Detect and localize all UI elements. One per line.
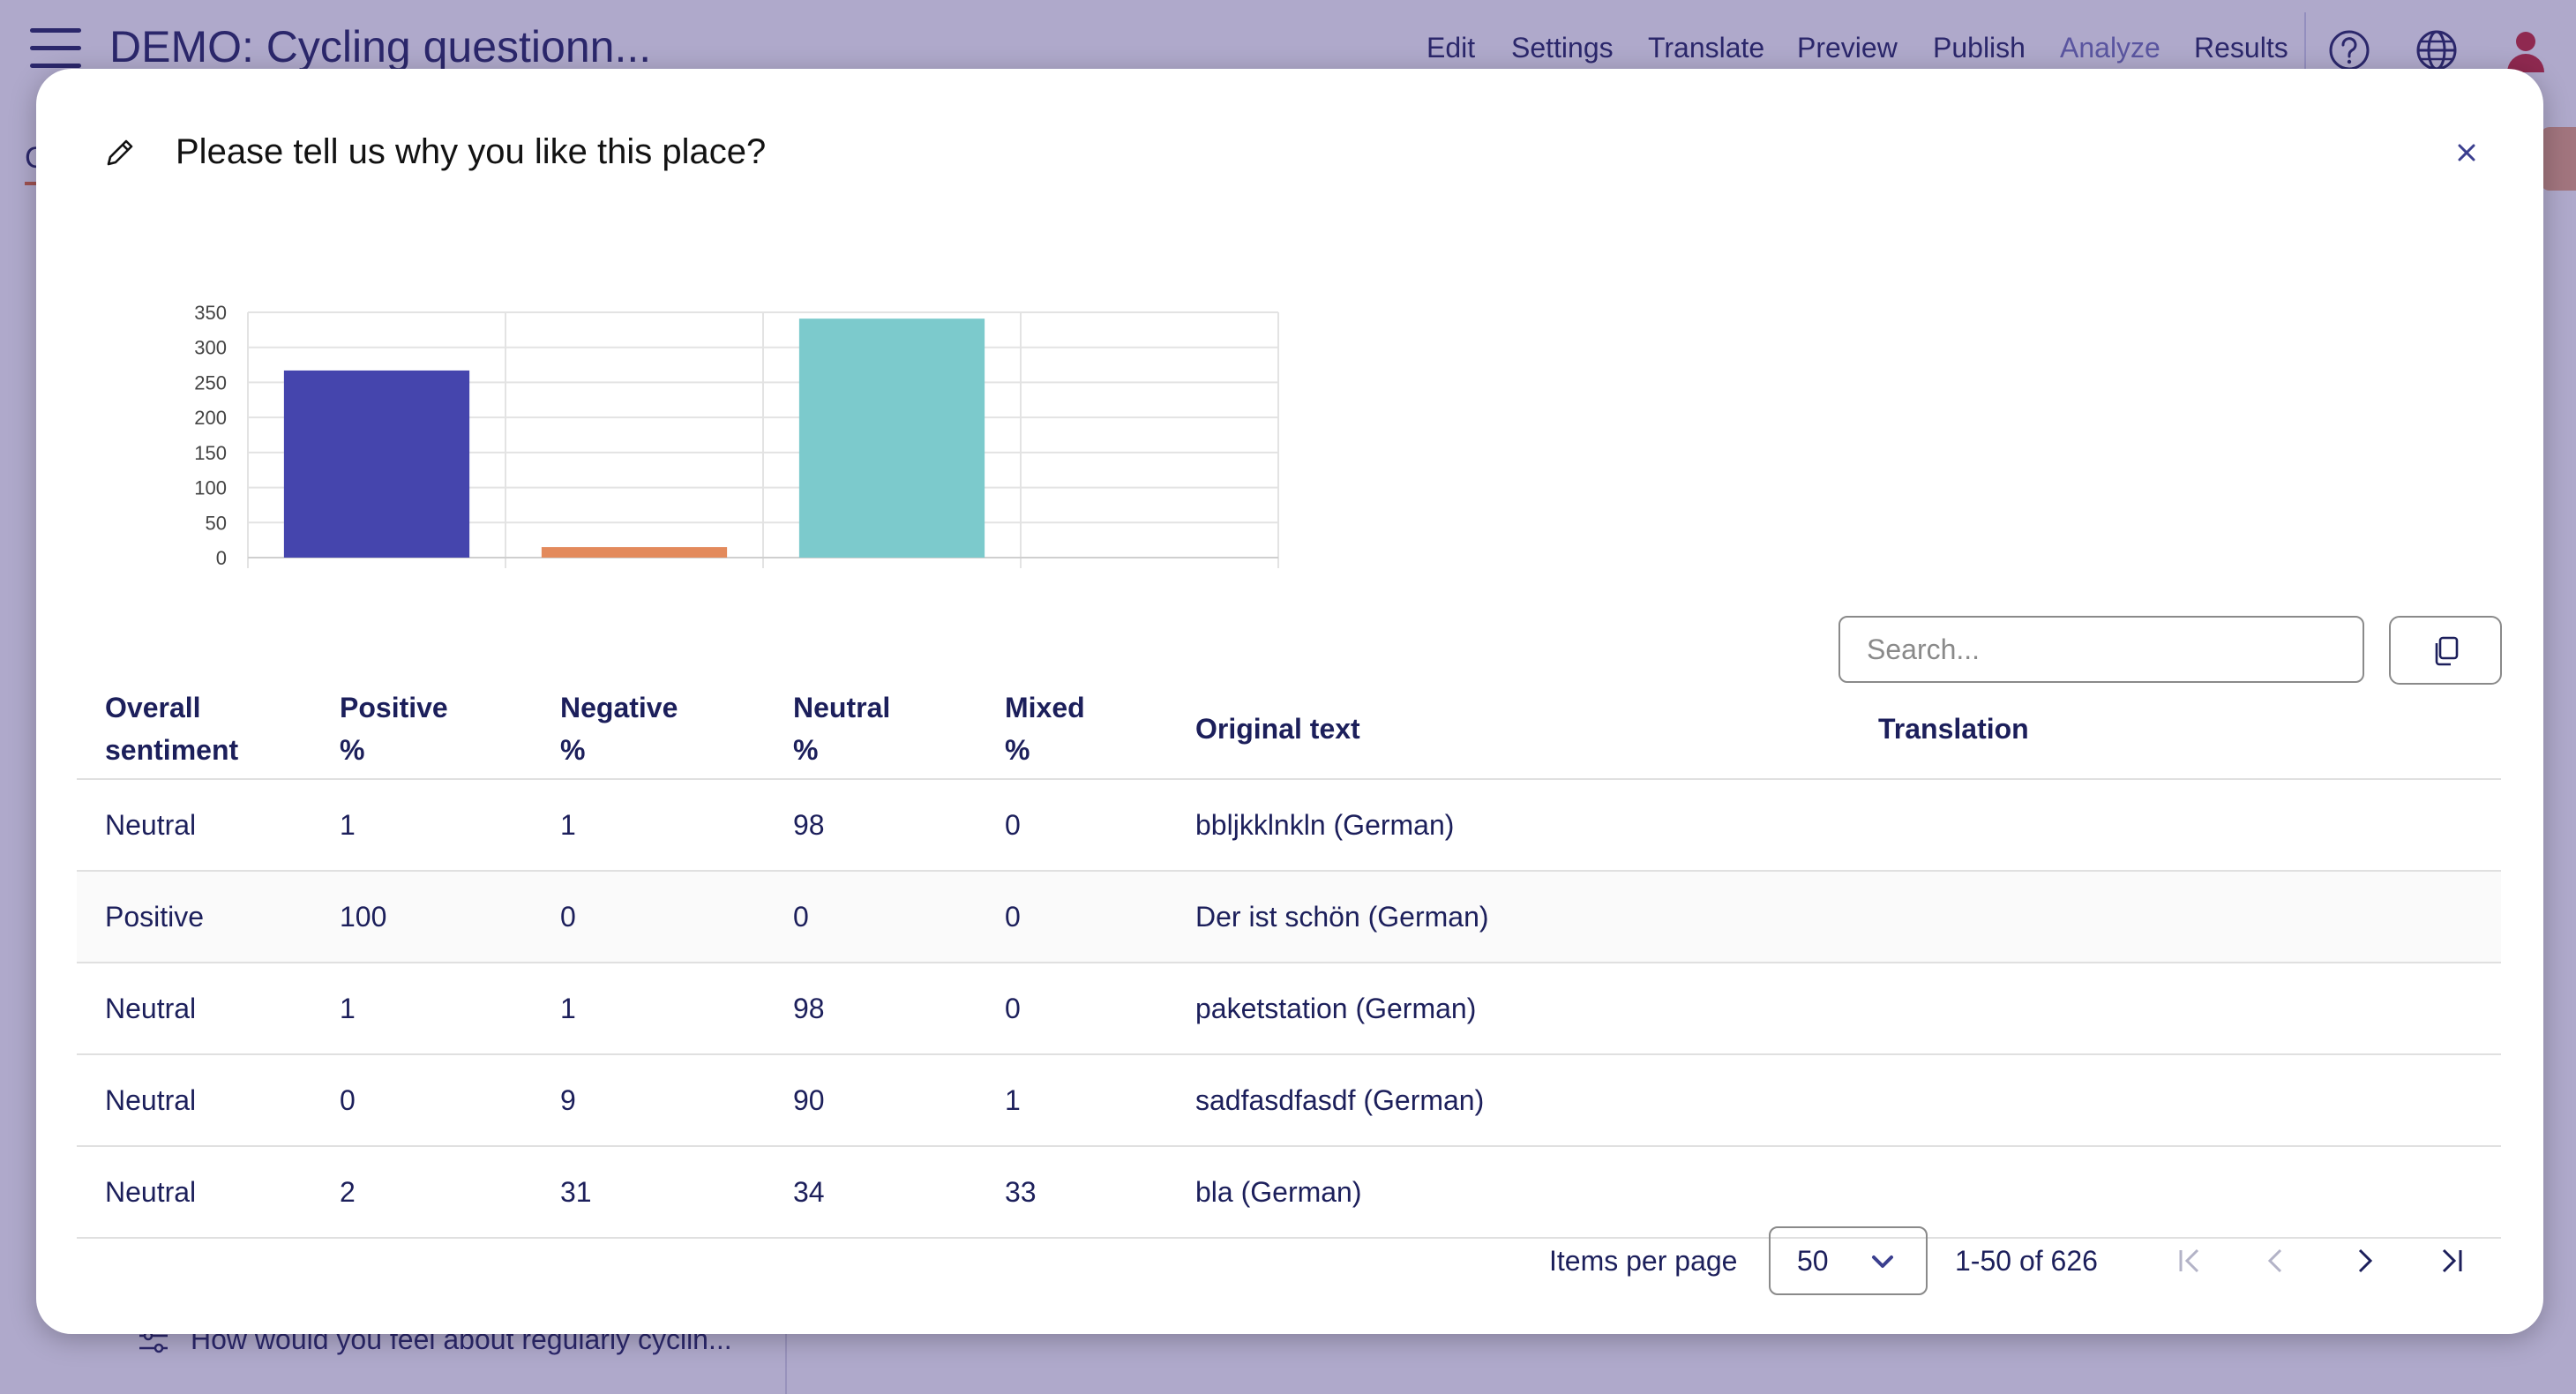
table-row[interactable]: Neutral 0 9 90 1 sadfasdfasdf (German) [77, 1054, 2501, 1147]
cell-translation [1878, 779, 2501, 872]
cell-sentiment: Neutral [77, 1146, 340, 1239]
bar [283, 370, 470, 558]
cell-negative: 9 [560, 1054, 793, 1147]
page-range: 1-50 of 626 [1955, 1245, 2098, 1277]
cell-sentiment: Neutral [77, 963, 340, 1055]
pencil-icon[interactable] [101, 134, 139, 171]
cell-mixed: 1 [1005, 1054, 1195, 1147]
col-original-text[interactable]: Original text [1195, 679, 1878, 780]
cell-neutral: 34 [793, 1146, 1005, 1239]
bar [541, 547, 728, 558]
y-tick-label: 150 [194, 442, 227, 464]
table-row[interactable]: Neutral 1 1 98 0 paketstation (German) [77, 963, 2501, 1055]
col-translation[interactable]: Translation [1878, 679, 2501, 780]
cell-positive: 100 [340, 871, 560, 963]
table-row[interactable]: Neutral 2 31 34 33 bla (German) [77, 1146, 2501, 1239]
cell-positive: 2 [340, 1146, 560, 1239]
last-page-icon[interactable] [2430, 1239, 2474, 1283]
cell-neutral: 98 [793, 779, 1005, 872]
y-tick-label: 0 [216, 547, 227, 569]
cell-mixed: 33 [1005, 1146, 1195, 1239]
cell-original: sadfasdfasdf (German) [1195, 1054, 1878, 1147]
cell-sentiment: Neutral [77, 779, 340, 872]
cell-translation [1878, 1146, 2501, 1239]
copy-icon [2435, 636, 2459, 666]
dialog-title: Please tell us why you like this place? [176, 132, 767, 171]
cell-negative: 1 [560, 963, 793, 1055]
cell-neutral: 90 [793, 1054, 1005, 1147]
cell-translation [1878, 1054, 2501, 1147]
cell-positive: 1 [340, 779, 560, 872]
y-tick-label: 250 [194, 371, 227, 393]
cell-mixed: 0 [1005, 871, 1195, 963]
results-table: Overall sentiment Positive% Negative% Neu… [77, 679, 2501, 1239]
next-page-icon[interactable] [2342, 1239, 2386, 1283]
cell-sentiment: Positive [77, 871, 340, 963]
cell-neutral: 98 [793, 963, 1005, 1055]
items-per-page-value: 50 [1797, 1245, 1829, 1277]
cell-neutral: 0 [793, 871, 1005, 963]
cell-original: bbljkklnkln (German) [1195, 779, 1878, 872]
cell-original: Der ist schön (German) [1195, 871, 1878, 963]
col-negative[interactable]: Negative% [560, 679, 793, 780]
table-row[interactable]: Neutral 1 1 98 0 bbljkklnkln (German) [77, 779, 2501, 872]
col-neutral[interactable]: Neutral% [793, 679, 1005, 780]
col-mixed[interactable]: Mixed% [1005, 679, 1195, 780]
cell-positive: 1 [340, 963, 560, 1055]
col-positive[interactable]: Positive% [340, 679, 560, 780]
bar [798, 319, 985, 558]
chevron-down-icon [1872, 1255, 1893, 1268]
cell-positive: 0 [340, 1054, 560, 1147]
results-table-container[interactable]: Overall sentiment Positive% Negative% Neu… [77, 679, 2501, 1270]
y-tick-label: 350 [194, 302, 227, 324]
y-tick-label: 50 [206, 512, 227, 534]
col-overall-sentiment[interactable]: Overall sentiment [77, 679, 340, 780]
cell-original: bla (German) [1195, 1146, 1878, 1239]
copy-button[interactable] [2389, 616, 2502, 685]
previous-page-icon[interactable] [2254, 1239, 2298, 1283]
cell-original: paketstation (German) [1195, 963, 1878, 1055]
y-tick-label: 100 [194, 477, 227, 499]
cell-translation [1878, 963, 2501, 1055]
cell-mixed: 0 [1005, 779, 1195, 872]
search-input[interactable] [1838, 616, 2364, 683]
analysis-dialog: Please tell us why you like this place? … [36, 69, 2543, 1334]
items-per-page-label: Items per page [1549, 1245, 1738, 1277]
cell-negative: 31 [560, 1146, 793, 1239]
cell-negative: 1 [560, 779, 793, 872]
y-tick-label: 200 [194, 407, 227, 429]
cell-mixed: 0 [1005, 963, 1195, 1055]
first-page-icon[interactable] [2168, 1239, 2212, 1283]
y-tick-label: 300 [194, 337, 227, 359]
table-header-row: Overall sentiment Positive% Negative% Neu… [77, 679, 2501, 780]
cell-sentiment: Neutral [77, 1054, 340, 1147]
close-icon[interactable] [2445, 131, 2489, 175]
cell-negative: 0 [560, 871, 793, 963]
items-per-page-select[interactable]: 50 [1769, 1226, 1928, 1295]
sentiment-bar-chart: 050100150200250300350PositiveNegativeNeu… [194, 302, 1279, 569]
cell-translation [1878, 871, 2501, 963]
table-row[interactable]: Positive 100 0 0 0 Der ist schön (German… [77, 871, 2501, 963]
